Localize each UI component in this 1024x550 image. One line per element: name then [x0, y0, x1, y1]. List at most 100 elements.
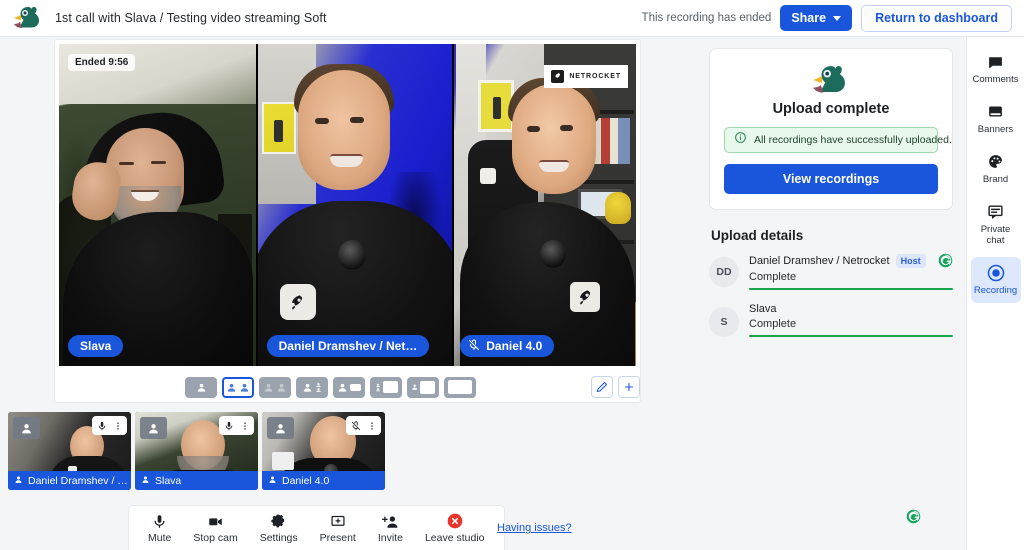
mic-icon[interactable] — [221, 421, 236, 431]
thumbnail-daniel-4-0[interactable]: Daniel 4.0 — [262, 412, 385, 490]
thumbnail-daniel-dramshev[interactable]: Daniel Dramshev / … — [8, 412, 131, 490]
header-actions: This recording has ended Share Return to… — [641, 4, 1024, 32]
view-recordings-button[interactable]: View recordings — [724, 164, 938, 194]
layout-screen-box — [448, 380, 472, 394]
settings-button[interactable]: Settings — [249, 513, 309, 544]
video-stage-container: Ended 9:56 Slava Daniel Dramshev / Net… … — [55, 40, 640, 402]
grammarly-icon[interactable] — [906, 509, 921, 524]
duck-logo-icon — [13, 5, 43, 31]
tile-name-pill: Daniel Dramshev / Net… — [266, 335, 430, 357]
thumbnail-name-label: Daniel 4.0 — [282, 474, 330, 487]
layout-option-one-plus-two[interactable] — [296, 376, 328, 398]
lavalier-mic-icon — [337, 240, 366, 270]
thumbnail-controls — [219, 416, 254, 435]
share-label: Share — [791, 11, 827, 25]
thumbnail-name-label: Slava — [155, 474, 182, 487]
rail-item-comments[interactable]: Comments — [971, 46, 1021, 92]
layout-screen-box — [350, 383, 361, 391]
rail-item-recording[interactable]: Recording — [970, 256, 1021, 303]
banner-icon — [987, 103, 1004, 121]
upload-row-daniel-dramshev: DD Daniel Dramshev / Netrocket Host Comp… — [709, 253, 953, 290]
rail-item-private-chat[interactable]: Private chat — [971, 196, 1021, 253]
video-tile-daniel-4-0[interactable]: NETROCKET Daniel 4.0 — [454, 44, 636, 366]
stop-cam-button[interactable]: Stop cam — [182, 513, 248, 544]
layout-option-two-left-screen[interactable] — [370, 376, 402, 398]
upload-row-main: Slava Complete — [749, 303, 953, 337]
video-camera-icon — [207, 513, 224, 530]
gear-icon — [271, 513, 286, 530]
palette-icon — [987, 153, 1004, 171]
rail-label: Comments — [972, 74, 1019, 85]
thumbnail-name-bar: Daniel Dramshev / … — [8, 471, 131, 490]
having-issues-link[interactable]: Having issues? — [497, 522, 572, 534]
edit-layout-button[interactable] — [591, 376, 613, 398]
mute-button[interactable]: Mute — [137, 513, 182, 544]
add-layout-button[interactable] — [618, 376, 640, 398]
netrocket-mark-icon — [551, 70, 565, 83]
avatar: DD — [709, 257, 739, 287]
return-to-dashboard-button[interactable]: Return to dashboard — [861, 4, 1012, 32]
avatar: S — [709, 307, 739, 337]
tile-person-eye-left — [527, 126, 541, 132]
thumbnail-name-bar: Daniel 4.0 — [262, 471, 385, 490]
rail-item-banners[interactable]: Banners — [971, 96, 1021, 142]
person-icon — [14, 475, 23, 487]
layout-option-two-grey[interactable] — [259, 376, 291, 398]
upload-row-slava: S Slava Complete — [709, 303, 953, 337]
layout-option-two-equal[interactable] — [222, 376, 254, 398]
upload-success-alert-text: All recordings have successfully uploade… — [754, 134, 952, 146]
participant-thumbnail-strip: Daniel Dramshev / … Slava Daniel 4.0 — [8, 412, 385, 490]
mute-label: Mute — [148, 531, 172, 544]
more-vertical-icon[interactable] — [364, 421, 379, 431]
present-label: Present — [319, 531, 356, 544]
leave-studio-button[interactable]: Leave studio — [414, 513, 496, 544]
leave-studio-label: Leave studio — [424, 531, 485, 544]
tile-name-pill: Daniel 4.0 — [460, 335, 555, 357]
thumbnail-name-label: Daniel Dramshev / … — [28, 474, 128, 487]
present-screen-icon — [330, 513, 346, 530]
present-button[interactable]: Present — [309, 513, 367, 544]
app-header: 1st call with Slava / Testing video stre… — [0, 0, 1024, 37]
layout-option-speaker-right[interactable] — [333, 376, 365, 398]
person-icon — [268, 475, 277, 487]
tile-decor-wall — [59, 44, 256, 104]
layout-option-single[interactable] — [185, 376, 217, 398]
add-person-icon — [381, 513, 399, 530]
tile-person-eye-left — [314, 118, 329, 124]
upload-status: Complete — [749, 318, 797, 330]
grammarly-icon[interactable] — [938, 253, 953, 268]
rail-label: Brand — [982, 173, 1009, 185]
layout-option-screen-only[interactable] — [444, 376, 476, 398]
recording-ended-note: This recording has ended — [641, 12, 772, 24]
record-dot-icon — [987, 264, 1005, 282]
person-icon — [267, 417, 294, 439]
share-button[interactable]: Share — [780, 5, 853, 31]
more-vertical-icon[interactable] — [237, 421, 252, 431]
person-icon — [140, 417, 167, 439]
tile-decor-toy — [605, 192, 631, 224]
thumbnail-controls — [92, 416, 127, 435]
video-tile-daniel-dramshev[interactable]: Daniel Dramshev / Net… — [257, 44, 453, 366]
layout-option-small-left-screen[interactable] — [407, 376, 439, 398]
video-stage: Ended 9:56 Slava Daniel Dramshev / Net… … — [59, 44, 636, 366]
tile-person-eye-left — [119, 162, 134, 165]
upload-complete-title: Upload complete — [772, 101, 890, 117]
mic-icon[interactable] — [94, 421, 109, 431]
mic-off-icon[interactable] — [348, 420, 363, 431]
recording-side-panel: Upload complete All recordings have succ… — [697, 37, 965, 550]
video-tile-slava[interactable]: Ended 9:56 Slava — [59, 44, 256, 366]
rail-item-brand[interactable]: Brand — [971, 146, 1021, 192]
layout-selector-bar — [55, 372, 640, 402]
studio-toolbar: Mute Stop cam Settings Present Invite Le… — [129, 506, 504, 550]
upload-participant-name: Daniel Dramshev / Netrocket — [749, 254, 890, 267]
tile-person-mouth — [539, 160, 570, 172]
chevron-down-icon — [833, 15, 842, 21]
invite-button[interactable]: Invite — [367, 513, 414, 544]
stop-cam-label: Stop cam — [193, 531, 238, 544]
upload-status: Complete — [749, 271, 797, 283]
more-vertical-icon[interactable] — [110, 421, 125, 431]
tile-decor-poster — [261, 102, 296, 154]
thumbnail-slava[interactable]: Slava — [135, 412, 258, 490]
tile-name-label: Daniel Dramshev / Net… — [278, 339, 418, 353]
tile-person-head — [297, 70, 390, 190]
